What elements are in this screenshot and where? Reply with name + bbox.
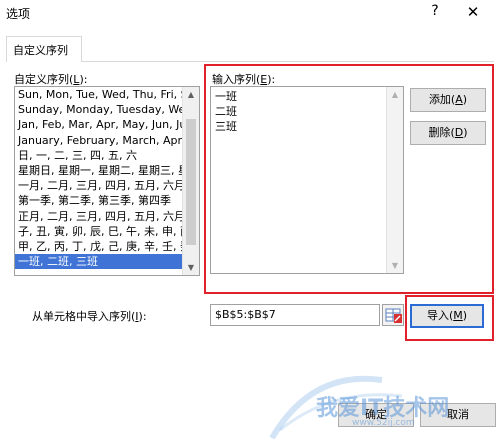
list-item[interactable]: 甲, 乙, 丙, 丁, 戊, 己, 庚, 辛, 壬, 癸 — [15, 239, 183, 254]
import-button-mnemonic: M — [453, 309, 463, 322]
list-item[interactable]: 子, 丑, 寅, 卯, 辰, 巳, 午, 未, 申, 酉 — [15, 224, 183, 239]
help-button[interactable]: ? — [428, 3, 442, 21]
delete-button-mnemonic: D — [454, 126, 464, 139]
list-item-selected[interactable]: 一班, 二班, 三班 — [15, 254, 183, 270]
title-bar: 选项 ? ✕ — [0, 0, 500, 26]
import-button-label: 导入( — [426, 309, 454, 322]
tab-custom-lists[interactable]: 自定义序列 — [6, 36, 82, 62]
ok-button[interactable]: 确定 — [338, 403, 414, 427]
custom-lists-label: 自定义序列(L): — [14, 71, 87, 87]
scroll-down-arrow-icon[interactable]: ▼ — [183, 260, 199, 275]
list-item[interactable]: 第一季, 第二季, 第三季, 第四季 — [15, 193, 183, 208]
custom-lists-listbox[interactable]: Sun, Mon, Tue, Wed, Thu, Fri, S Sunday, … — [14, 86, 200, 276]
close-button[interactable]: ✕ — [464, 3, 482, 21]
delete-button-label: 删除( — [428, 126, 455, 139]
list-item[interactable]: 一月, 二月, 三月, 四月, 五月, 六月, — [15, 178, 183, 193]
delete-button-end: ) — [463, 126, 468, 139]
add-button-end: ) — [462, 93, 468, 106]
scrollbar-thumb[interactable] — [186, 119, 196, 245]
list-item[interactable]: Sun, Mon, Tue, Wed, Thu, Fri, S — [15, 87, 183, 102]
range-select-button[interactable] — [382, 304, 404, 326]
import-button-end: ) — [462, 309, 468, 322]
list-item[interactable]: 正月, 二月, 三月, 四月, 五月, 六月, — [15, 209, 183, 224]
import-range-input[interactable]: $B$5:$B$7 — [210, 304, 380, 326]
list-item[interactable]: 日, 一, 二, 三, 四, 五, 六 — [15, 148, 183, 163]
custom-lists-scrollbar[interactable]: ▲ ▼ — [182, 87, 199, 275]
import-label-end: ): — [138, 310, 147, 323]
add-button[interactable]: 添加(A) — [410, 88, 486, 112]
import-button[interactable]: 导入(M) — [410, 304, 484, 328]
custom-lists-label-text: 自定义序列( — [14, 73, 74, 86]
window-title: 选项 — [6, 7, 31, 21]
cancel-button[interactable]: 取消 — [420, 403, 496, 427]
range-select-icon — [385, 308, 402, 323]
list-item[interactable]: January, February, March, April, — [15, 133, 183, 148]
list-item[interactable]: Sunday, Monday, Tuesday, Wed — [15, 102, 183, 117]
import-label-text: 从单元格中导入序列( — [32, 310, 136, 323]
add-button-mnemonic: A — [455, 93, 463, 106]
delete-button[interactable]: 删除(D) — [410, 121, 486, 145]
list-item[interactable]: Jan, Feb, Mar, Apr, May, Jun, Ju — [15, 117, 183, 132]
custom-lists-label-end: ): — [79, 73, 88, 86]
watermark: 我爱IT技术网 www.52ij.com — [252, 360, 500, 440]
add-button-label: 添加( — [428, 93, 456, 106]
list-item[interactable]: 星期日, 星期一, 星期二, 星期三, 星 — [15, 163, 183, 178]
import-label: 从单元格中导入序列(I): — [32, 308, 147, 324]
scroll-up-arrow-icon[interactable]: ▲ — [183, 87, 199, 102]
watermark-logo-icon — [269, 375, 403, 440]
